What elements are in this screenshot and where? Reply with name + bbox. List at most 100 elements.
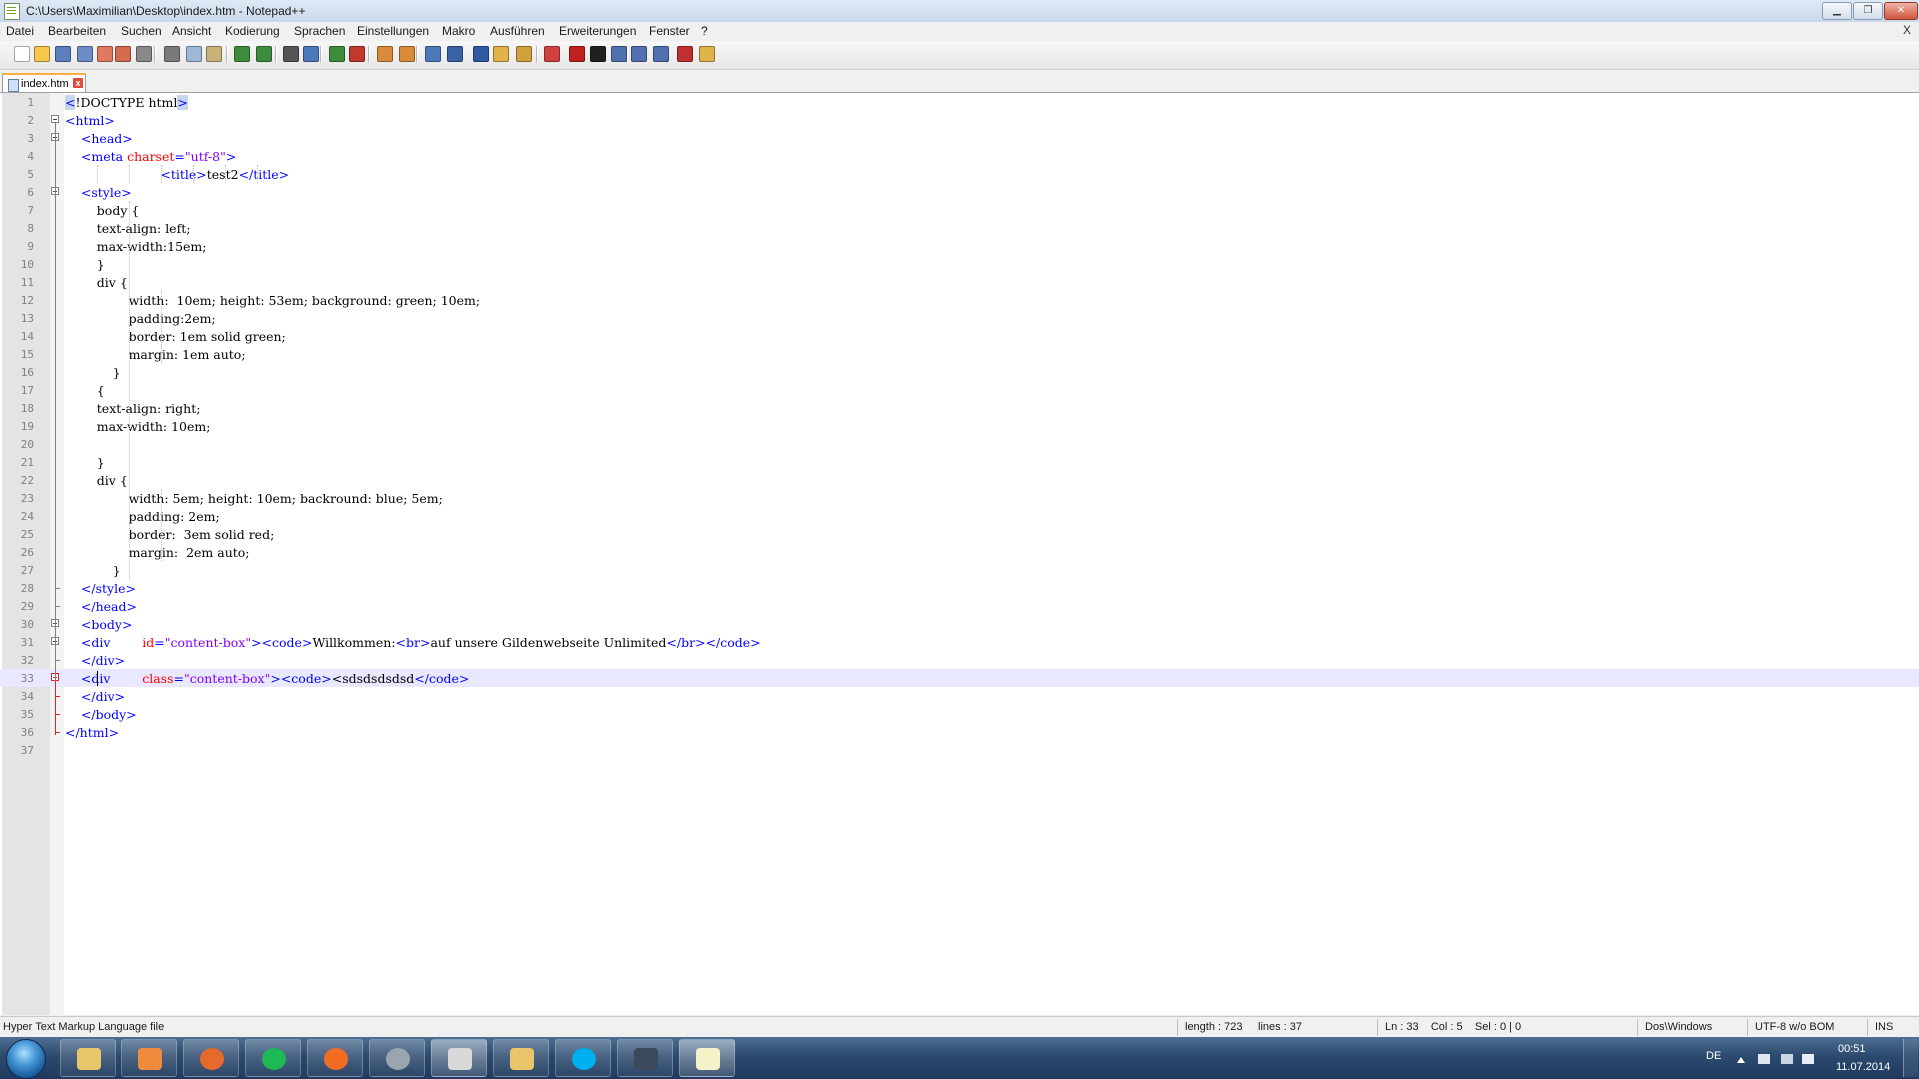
code-line[interactable]: 19 max-width: 10em;	[0, 417, 1919, 435]
code-line[interactable]: 35 </body>	[0, 705, 1919, 723]
menu-sprachen[interactable]: Sprachen	[294, 24, 345, 38]
taskbar-button[interactable]	[307, 1039, 363, 1077]
print-icon[interactable]	[136, 46, 152, 62]
menu-einstellungen[interactable]: Einstellungen	[357, 24, 429, 38]
taskbar-button[interactable]	[60, 1039, 116, 1077]
menu-ausfuehren[interactable]: Ausführen	[490, 24, 545, 38]
taskbar-button[interactable]	[555, 1039, 611, 1077]
code-line[interactable]: 12 width: 10em; height: 53em; background…	[0, 291, 1919, 309]
close-all-icon[interactable]	[115, 46, 131, 62]
code-line[interactable]: 8 text-align: left;	[0, 219, 1919, 237]
save-all-icon[interactable]	[77, 46, 93, 62]
copy-icon[interactable]	[186, 46, 202, 62]
volume-icon[interactable]	[1802, 1054, 1814, 1064]
code-line[interactable]: 4 <meta charset="utf-8">	[0, 147, 1919, 165]
run-macro-multiple-icon[interactable]	[631, 46, 647, 62]
show-hidden-icons-icon[interactable]	[1737, 1057, 1745, 1063]
code-line[interactable]: 1 <!DOCTYPE html>	[0, 93, 1919, 111]
menu-kodierung[interactable]: Kodierung	[225, 24, 280, 38]
code-line[interactable]: 18 text-align: right;	[0, 399, 1919, 417]
record-macro-icon[interactable]	[569, 46, 585, 62]
taskbar-button[interactable]	[493, 1039, 549, 1077]
plugin-icon[interactable]	[699, 46, 715, 62]
language-indicator[interactable]: DE	[1706, 1050, 1721, 1062]
show-all-chars-icon[interactable]	[447, 46, 463, 62]
code-line[interactable]: 14 border: 1em solid green;	[0, 327, 1919, 345]
code-line[interactable]: 27 }	[0, 561, 1919, 579]
taskbar-button[interactable]	[245, 1039, 301, 1077]
spell-check-icon[interactable]	[677, 46, 693, 62]
stop-record-icon[interactable]	[590, 46, 606, 62]
action-center-flag-icon[interactable]	[1758, 1054, 1770, 1064]
menu-fenster[interactable]: Fenster	[649, 24, 690, 38]
code-line[interactable]: 21 }	[0, 453, 1919, 471]
cut-icon[interactable]	[164, 46, 180, 62]
taskbar-button[interactable]	[431, 1039, 487, 1077]
open-file-icon[interactable]	[34, 46, 50, 62]
taskbar-button[interactable]	[183, 1039, 239, 1077]
code-line[interactable]: 31 <div id="content-box"><code>Willkomme…	[0, 633, 1919, 651]
find-icon[interactable]	[283, 46, 299, 62]
code-line[interactable]: 9 max-width:15em;	[0, 237, 1919, 255]
save-macro-icon[interactable]	[653, 46, 669, 62]
code-line[interactable]: 13 padding:2em;	[0, 309, 1919, 327]
code-line[interactable]: 22 div {	[0, 471, 1919, 489]
taskbar-button[interactable]	[369, 1039, 425, 1077]
code-line[interactable]: 16 }	[0, 363, 1919, 381]
clock-time[interactable]: 00:51	[1838, 1043, 1866, 1055]
code-line[interactable]: 15 margin: 1em auto;	[0, 345, 1919, 363]
new-file-icon[interactable]	[14, 46, 30, 62]
clock-date[interactable]: 11.07.2014	[1836, 1061, 1890, 1073]
indent-guide-icon[interactable]	[473, 46, 489, 62]
code-line[interactable]: 28 </style>	[0, 579, 1919, 597]
menu-erweiterungen[interactable]: Erweiterungen	[559, 24, 636, 38]
code-line[interactable]: 30 <body>	[0, 615, 1919, 633]
paste-icon[interactable]	[206, 46, 222, 62]
code-line[interactable]: 26 margin: 2em auto;	[0, 543, 1919, 561]
zoom-out-icon[interactable]	[349, 46, 365, 62]
code-line[interactable]: 29 </head>	[0, 597, 1919, 615]
taskbar-button[interactable]	[617, 1039, 673, 1077]
close-button[interactable]: ✕	[1884, 2, 1918, 20]
code-line[interactable]: 32 </div>	[0, 651, 1919, 669]
code-line[interactable]: 20	[0, 435, 1919, 453]
taskbar-button[interactable]	[121, 1039, 177, 1077]
play-macro-icon[interactable]	[611, 46, 627, 62]
function-list-icon[interactable]	[544, 46, 560, 62]
undo-icon[interactable]	[234, 46, 250, 62]
tab-close-icon[interactable]: x	[73, 78, 83, 88]
menu-help[interactable]: ?	[701, 24, 708, 38]
word-wrap-icon[interactable]	[425, 46, 441, 62]
menu-suchen[interactable]: Suchen	[121, 24, 162, 38]
save-icon[interactable]	[55, 46, 71, 62]
show-desktop-button[interactable]	[1903, 1039, 1918, 1077]
fold-toggle-icon[interactable]	[51, 115, 59, 123]
code-line[interactable]: 37	[0, 741, 1919, 759]
code-line[interactable]: 36 </html>	[0, 723, 1919, 741]
code-line[interactable]: 25 border: 3em solid red;	[0, 525, 1919, 543]
code-line[interactable]: 24 padding: 2em;	[0, 507, 1919, 525]
close-icon[interactable]	[97, 46, 113, 62]
sync-horizontal-icon[interactable]	[399, 46, 415, 62]
close-document-button[interactable]: X	[1903, 23, 1911, 37]
menu-bearbeiten[interactable]: Bearbeiten	[48, 24, 106, 38]
replace-icon[interactable]	[303, 46, 319, 62]
code-line[interactable]: 17 {	[0, 381, 1919, 399]
code-line[interactable]: 7 body {	[0, 201, 1919, 219]
code-line[interactable]: 3 <head>	[0, 129, 1919, 147]
minimize-button[interactable]: ▁	[1822, 2, 1852, 20]
code-editor[interactable]: 1 <!DOCTYPE html> 2 <html> 3 <head> 4 <meta c…	[0, 93, 1919, 1015]
sync-vertical-icon[interactable]	[377, 46, 393, 62]
tab-index-htm[interactable]: index.htm x	[2, 73, 86, 92]
maximize-button[interactable]: ❐	[1853, 2, 1883, 20]
start-button[interactable]	[6, 1039, 46, 1079]
menu-ansicht[interactable]: Ansicht	[172, 24, 211, 38]
user-lang-icon[interactable]	[493, 46, 509, 62]
code-line[interactable]: 11 div {	[0, 273, 1919, 291]
code-line[interactable]: 34 </div>	[0, 687, 1919, 705]
menu-makro[interactable]: Makro	[442, 24, 475, 38]
code-line[interactable]: 23 width: 5em; height: 10em; backround: …	[0, 489, 1919, 507]
code-line[interactable]: 5 <title>test2</title>	[0, 165, 1919, 183]
network-icon[interactable]	[1781, 1054, 1793, 1064]
taskbar-button[interactable]	[679, 1039, 735, 1077]
